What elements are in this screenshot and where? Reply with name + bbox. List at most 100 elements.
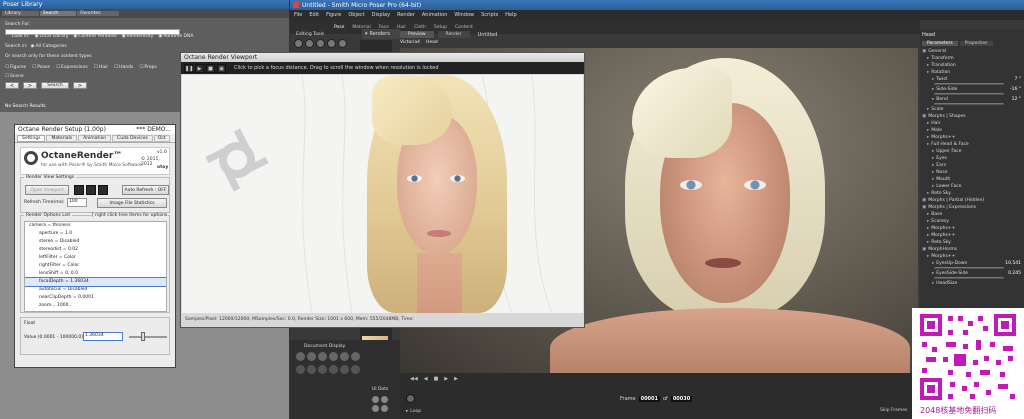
type-expressions-checkbox[interactable]: ☐ Expressions: [56, 65, 88, 70]
tab-render[interactable]: Render: [437, 31, 470, 38]
parameter-value[interactable]: 12 °: [1012, 97, 1021, 103]
float-slider-thumb[interactable]: [141, 332, 145, 341]
parameter-group-row[interactable]: ▸ Full Head & Face: [920, 142, 1024, 149]
type-hair-checkbox[interactable]: ☐ Hair: [94, 65, 108, 70]
parameter-group-row[interactable]: ▣ MorphHorms: [920, 247, 1024, 254]
tab-properties[interactable]: Properties: [959, 40, 993, 46]
tab-preview[interactable]: Preview: [400, 31, 434, 38]
frame-total-input[interactable]: 00030: [670, 396, 693, 402]
room-tab-cloth[interactable]: Cloth: [414, 25, 426, 30]
lock-toggle-icon[interactable]: [86, 185, 96, 195]
stop-icon[interactable]: ■: [434, 376, 439, 382]
display-style-icon[interactable]: [307, 352, 316, 361]
tree-item[interactable]: nearClipDepth = 0.0001: [25, 294, 166, 302]
type-poses-checkbox[interactable]: ☐ Poses: [32, 65, 50, 70]
parameter-group-row[interactable]: ▸ Ecaresy: [920, 219, 1024, 226]
refresh-toggle-icon[interactable]: [98, 185, 108, 195]
rewind-icon[interactable]: ◀◀: [410, 376, 418, 382]
source-runtime-dna[interactable]: ◉ Runtime DNA: [158, 34, 193, 39]
tab-search[interactable]: Search: [39, 11, 77, 16]
display-style-icon[interactable]: [318, 365, 327, 374]
tab-animation[interactable]: Animation: [78, 134, 112, 142]
parameter-group-row[interactable]: ▸ Hair: [920, 121, 1024, 128]
tree-item[interactable]: lensShift = 0, 0.0: [25, 270, 166, 278]
loop-toggle[interactable]: ▸ Loop: [406, 409, 421, 414]
all-categories-radio[interactable]: ◉ All Categories: [31, 44, 67, 49]
tab-materials[interactable]: Materials: [46, 134, 78, 142]
menu-animation[interactable]: Animation: [422, 12, 448, 18]
poser-titlebar[interactable]: Untitled - Smith Micro Poser Pro (64-bit…: [290, 0, 1024, 10]
parameter-group-row[interactable]: ▸ Morphs++: [920, 254, 1024, 261]
twist-tool-icon[interactable]: [305, 39, 314, 48]
room-tab-setup[interactable]: Setup: [434, 25, 447, 30]
type-props-checkbox[interactable]: ☐ Props: [139, 65, 156, 70]
forward-button[interactable]: >: [23, 82, 37, 89]
parameter-group-row[interactable]: ▸ Base: [920, 212, 1024, 219]
display-style-icon[interactable]: [340, 365, 349, 374]
type-hands-checkbox[interactable]: ☐ Hands: [114, 65, 133, 70]
menu-render[interactable]: Render: [397, 12, 415, 18]
rotate-tool-icon[interactable]: [294, 39, 303, 48]
parameter-dial[interactable]: [934, 103, 1004, 106]
parameter-group-row[interactable]: ▸ Male: [920, 128, 1024, 135]
parameter-dial-row[interactable]: ▸ Side-Side -16 °: [920, 87, 1024, 97]
frame-input[interactable]: 00001: [638, 396, 660, 402]
parameter-value[interactable]: 7 °: [1014, 77, 1021, 83]
type-figures-checkbox[interactable]: ☐ Figures: [5, 65, 26, 70]
tree-item[interactable]: stereo = Disabled: [25, 238, 166, 246]
parameter-value[interactable]: 10.541: [1005, 261, 1021, 267]
tree-item[interactable]: zoom... 1000...: [25, 302, 166, 310]
parameter-dial[interactable]: [934, 277, 1004, 280]
display-style-icon[interactable]: [351, 365, 360, 374]
ui-dot[interactable]: [381, 396, 388, 403]
menu-figure[interactable]: Figure: [326, 12, 341, 18]
type-scene-checkbox[interactable]: ☐ Scene: [5, 74, 24, 79]
parameter-group-row[interactable]: ▸ Transform: [920, 56, 1024, 63]
parameter-group-row[interactable]: ▸ Upper Face: [920, 149, 1024, 156]
viewport-titlebar[interactable]: Octane Render Viewport: [181, 53, 584, 62]
render-image[interactable]: [182, 75, 583, 313]
auto-refresh-button[interactable]: Auto Refresh : OFF: [122, 185, 169, 195]
more-button[interactable]: >: [73, 82, 87, 89]
parameter-group-row[interactable]: ▸ Translation: [920, 63, 1024, 70]
parameter-value[interactable]: -16 °: [1010, 87, 1021, 93]
room-tab-content[interactable]: Content: [455, 25, 473, 30]
parameter-group-row[interactable]: ▣ General: [920, 49, 1024, 56]
part-select[interactable]: Head: [426, 40, 438, 45]
tree-item[interactable]: rightFilter = Color: [25, 262, 166, 270]
figure-select[interactable]: Victoria4: [400, 40, 420, 45]
renders-tab[interactable]: ▾ Renders: [362, 29, 400, 39]
parameter-group-row[interactable]: ▸ Lower Face: [920, 184, 1024, 191]
library-titlebar[interactable]: Poser Library: [0, 0, 289, 9]
tree-item[interactable]: camera = thinlens: [25, 222, 166, 230]
parameter-group-row[interactable]: ▣ Morphs | Expressions: [920, 205, 1024, 212]
parameter-group-row[interactable]: ▸ Reto Sky: [920, 191, 1024, 198]
pause-icon[interactable]: ❚❚: [184, 63, 193, 73]
room-tab-pose[interactable]: Pose: [334, 25, 344, 30]
parameter-group-row[interactable]: ▸ Morphs++: [920, 226, 1024, 233]
menu-help[interactable]: Help: [505, 12, 516, 18]
tree-item[interactable]: focalDepth = 1.36034: [25, 277, 166, 287]
menu-scripts[interactable]: Scripts: [481, 12, 498, 18]
octane-setup-titlebar[interactable]: Octane Render Setup (1.00p) *** DEMO...: [15, 125, 175, 134]
parameter-group-row[interactable]: ▸ Nose: [920, 170, 1024, 177]
tab-favorites[interactable]: Favorites: [77, 11, 119, 16]
parameter-group-row[interactable]: ▸ HeadSize: [920, 281, 1024, 288]
back-button[interactable]: <: [5, 82, 19, 89]
step-back-icon[interactable]: ◀: [424, 376, 428, 382]
parameter-group-row[interactable]: ▸ Rotation: [920, 70, 1024, 77]
display-style-icon[interactable]: [329, 365, 338, 374]
stop-icon[interactable]: ■: [206, 63, 215, 73]
parameter-dial-row[interactable]: ▸ EyesUp-Down 10.541: [920, 261, 1024, 271]
source-local-library[interactable]: ◉ Local Library: [35, 34, 69, 39]
parameter-dial-row[interactable]: ▸ Bend 12 °: [920, 97, 1024, 107]
search-button[interactable]: Search: [41, 82, 69, 89]
refresh-time-input[interactable]: 100: [67, 198, 87, 207]
tab-library[interactable]: Library: [2, 11, 39, 16]
parameter-dial[interactable]: [934, 267, 1004, 270]
display-style-icon[interactable]: [296, 365, 305, 374]
menu-display[interactable]: Display: [372, 12, 390, 18]
parameter-dial-row[interactable]: ▸ Twist 7 °: [920, 77, 1024, 87]
parameter-group-row[interactable]: ▣ Morphs | Partial (Hidden): [920, 198, 1024, 205]
parameter-group-row[interactable]: ▸ Ears: [920, 163, 1024, 170]
